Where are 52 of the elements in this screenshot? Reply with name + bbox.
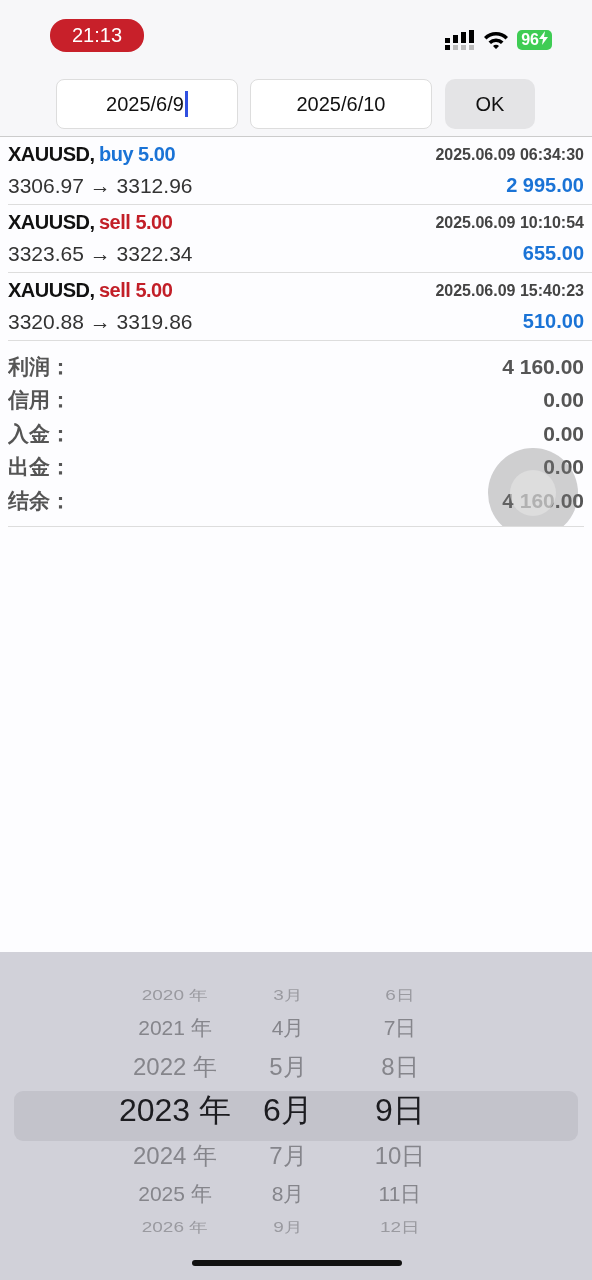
profit-value: 510.00 bbox=[521, 310, 584, 334]
picker-option[interactable]: 10日 bbox=[374, 1135, 426, 1176]
picker-option[interactable]: 11日 bbox=[378, 1176, 422, 1212]
symbol-label: XAUUSD, bbox=[8, 279, 95, 301]
picker-option[interactable]: 7月 bbox=[269, 1135, 307, 1176]
picker-option[interactable]: 7日 bbox=[383, 1010, 417, 1046]
trade-time: 2025.06.09 15:40:23 bbox=[435, 281, 584, 300]
picker-option[interactable]: 2024 年 bbox=[132, 1135, 218, 1176]
summary-value: 4 160.00 bbox=[502, 354, 584, 379]
picker-option[interactable]: 8月 bbox=[271, 1176, 305, 1212]
picker-option[interactable]: 12日 bbox=[379, 1215, 421, 1239]
picker-option[interactable]: 4月 bbox=[271, 1010, 305, 1046]
order-type-label: sell 5.00 bbox=[98, 211, 173, 233]
trade-time: 2025.06.09 06:34:30 bbox=[435, 145, 584, 164]
summary-label: 利润： bbox=[8, 353, 71, 380]
summary-value: 0.00 bbox=[543, 421, 584, 446]
picker-option[interactable]: 9月 bbox=[273, 1215, 303, 1239]
summary-value: 0.00 bbox=[543, 388, 584, 413]
summary-label: 入金： bbox=[8, 420, 71, 447]
symbol-label: XAUUSD, bbox=[8, 143, 95, 165]
picker-option[interactable]: 8日 bbox=[381, 1046, 419, 1087]
picker-option[interactable]: 6月 bbox=[263, 1087, 313, 1135]
picker-option[interactable]: 3月 bbox=[273, 983, 303, 1007]
date-field[interactable]: 2025/6/9 bbox=[56, 79, 238, 129]
price-change: 3320.88 → 3319.86 bbox=[8, 310, 194, 334]
picker-option[interactable]: 2025 年 bbox=[138, 1176, 212, 1212]
picker-option[interactable]: 2022 年 bbox=[132, 1046, 218, 1087]
picker-option[interactable]: 5月 bbox=[269, 1046, 307, 1087]
picker-option[interactable]: 6日 bbox=[385, 983, 415, 1007]
signal-icon bbox=[445, 30, 476, 50]
picker-option[interactable]: 2020 年 bbox=[141, 983, 209, 1007]
picker-option[interactable]: 2021 年 bbox=[138, 1010, 212, 1046]
price-change: 3306.97 → 3312.96 bbox=[8, 174, 194, 198]
picker-option[interactable]: 9日 bbox=[375, 1087, 425, 1135]
ok-button[interactable]: OK bbox=[445, 79, 535, 129]
price-change: 3323.65 → 3322.34 bbox=[8, 242, 194, 266]
summary-label: 结余： bbox=[8, 487, 71, 514]
battery-icon: 96 bbox=[517, 30, 552, 50]
picker-option[interactable]: 2026 年 bbox=[141, 1215, 209, 1239]
symbol-label: XAUUSD, bbox=[8, 211, 95, 233]
picker-option[interactable]: 2023 年 bbox=[118, 1087, 232, 1135]
profit-value: 655.00 bbox=[521, 242, 584, 266]
summary-label: 信用： bbox=[8, 387, 71, 414]
trade-time: 2025.06.09 10:10:54 bbox=[435, 213, 584, 232]
order-type-label: buy 5.00 bbox=[98, 143, 175, 165]
summary-label: 出金： bbox=[8, 454, 71, 481]
wifi-icon bbox=[483, 30, 510, 50]
date-field[interactable]: 2025/6/10 bbox=[250, 79, 432, 129]
profit-value: 2 995.00 bbox=[505, 174, 584, 198]
order-type-label: sell 5.00 bbox=[98, 279, 173, 301]
time-badge: 21:13 bbox=[50, 18, 145, 52]
summary-value: 0.00 bbox=[543, 455, 584, 480]
